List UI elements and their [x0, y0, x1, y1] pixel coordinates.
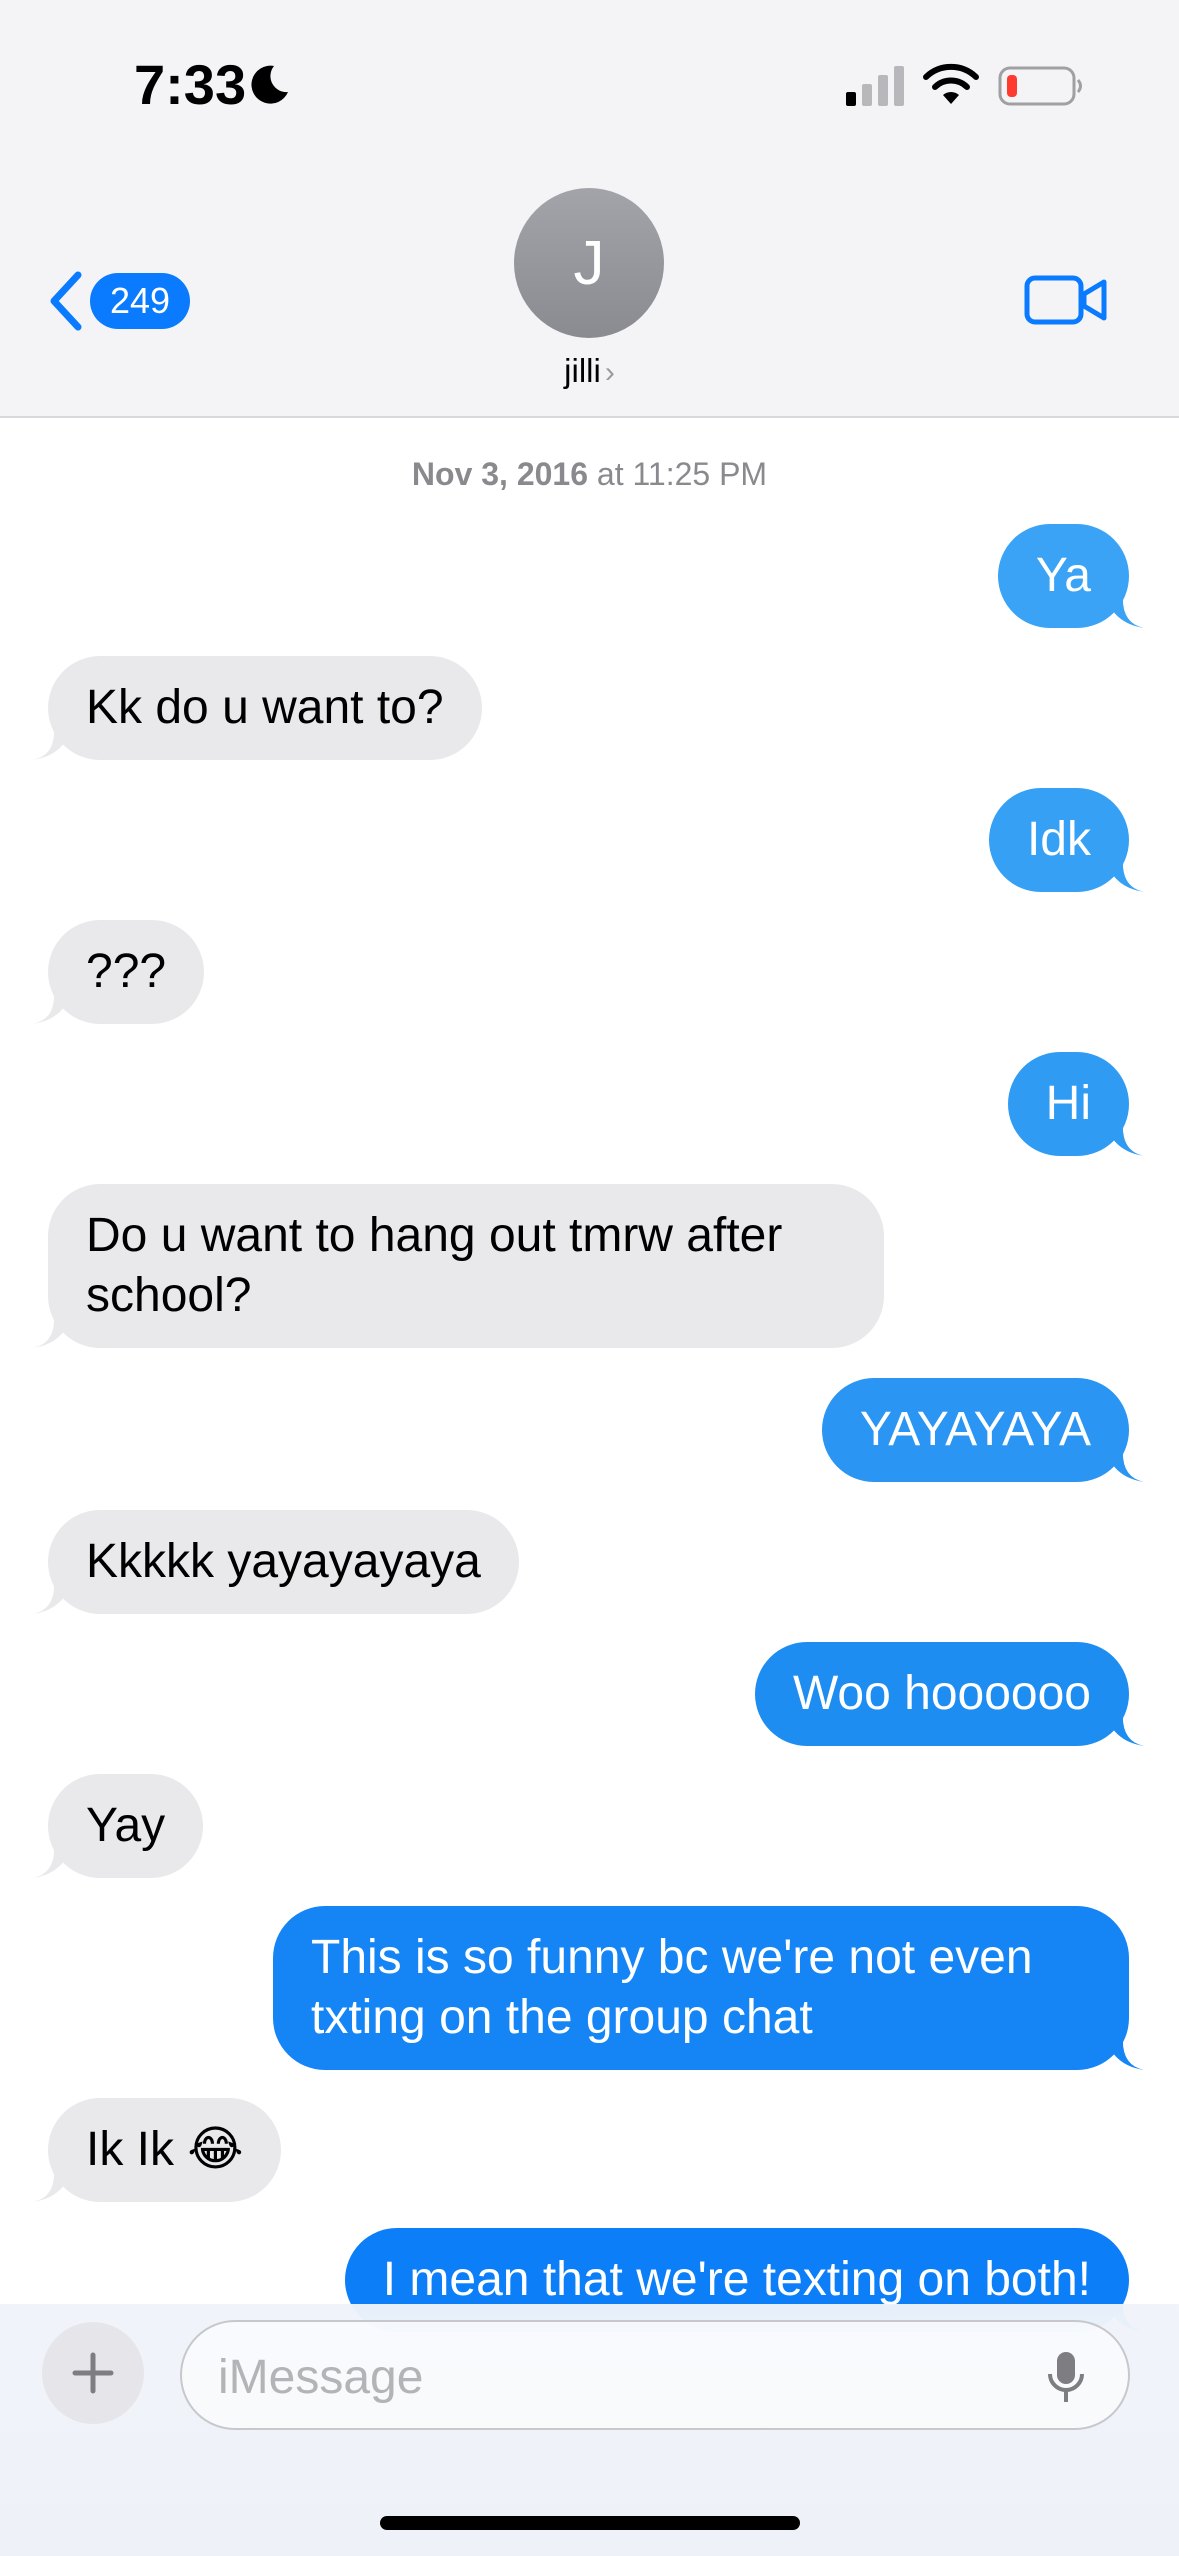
received-message[interactable]: ???	[32, 920, 205, 1024]
chevron-right-icon: ›	[604, 356, 615, 389]
message-text: YAYAYAYA	[859, 1403, 1091, 1456]
bubble-tail	[32, 1844, 72, 1878]
wifi-icon	[923, 63, 979, 104]
bubble-tail	[32, 726, 72, 760]
unread-count-badge: 249	[90, 273, 190, 329]
bubble-tail	[32, 1314, 72, 1348]
contact-name-button[interactable]: jilli ›	[0, 352, 1179, 390]
message-text: This is so funny bc we're not even txtin…	[311, 1931, 1033, 2044]
received-message[interactable]: Kk do u want to?	[32, 656, 482, 760]
contact-name: jilli	[564, 352, 601, 389]
home-indicator	[380, 2516, 800, 2530]
message-text: Kkkkk yayayayaya	[86, 1535, 481, 1588]
sent-message[interactable]: Hi	[1007, 1052, 1145, 1156]
sent-message[interactable]: Woo hoooooo	[754, 1642, 1145, 1746]
message-text: I mean that we're texting on both!	[382, 2253, 1091, 2306]
received-message[interactable]: Kkkkk yayayayaya	[32, 1510, 519, 1614]
bubble-tail	[1105, 1448, 1145, 1482]
message-text: Ik Ik 😂	[86, 2123, 244, 2176]
message-text: Do u want to hang out tmrw after school?	[86, 1209, 783, 1322]
chevron-left-icon	[50, 271, 82, 331]
imessage-input[interactable]	[218, 2342, 998, 2412]
message-input-field[interactable]	[180, 2320, 1130, 2430]
timestamp-date: Nov 3, 2016	[411, 456, 589, 492]
bubble-tail	[1105, 2036, 1145, 2070]
received-message[interactable]: Yay	[32, 1774, 204, 1878]
plus-icon	[72, 2352, 114, 2394]
bubble-tail	[1105, 858, 1145, 892]
received-message[interactable]: Ik Ik 😂	[32, 2098, 282, 2202]
contact-avatar[interactable]: J	[514, 188, 664, 338]
bubble-tail	[1105, 594, 1145, 628]
bubble-tail	[32, 1580, 72, 1614]
message-text: ???	[86, 945, 167, 998]
moon-icon	[251, 65, 288, 104]
conversation-timestamp: Nov 3, 2016 at 11:25 PM	[0, 456, 1179, 493]
sent-message[interactable]: This is so funny bc we're not even txtin…	[273, 1906, 1145, 2070]
bubble-tail	[1105, 1122, 1145, 1156]
bubble-tail	[32, 990, 72, 1024]
sent-message[interactable]: Idk	[988, 788, 1145, 892]
message-text: Idk	[1026, 813, 1091, 866]
bubble-tail	[32, 2168, 72, 2202]
bubble-tail	[1105, 1712, 1145, 1746]
cellular-signal-icon	[846, 66, 904, 106]
microphone-icon[interactable]	[1046, 2350, 1086, 2406]
video-camera-icon[interactable]	[1024, 270, 1108, 330]
battery-low-icon	[998, 66, 1082, 106]
message-text: Yay	[86, 1799, 166, 1852]
back-button[interactable]: 249	[44, 266, 190, 336]
sent-message[interactable]: Ya	[997, 524, 1145, 628]
plus-button[interactable]	[42, 2322, 144, 2424]
status-time: 7:33	[134, 53, 247, 116]
message-text: Hi	[1045, 1077, 1091, 1130]
message-text: Ya	[1035, 549, 1091, 602]
message-text: Kk do u want to?	[86, 681, 444, 734]
message-text: Woo hoooooo	[792, 1667, 1091, 1720]
timestamp-time: at 11:25 PM	[588, 456, 768, 492]
received-message[interactable]: Do u want to hang out tmrw after school?	[32, 1184, 884, 1348]
sent-message[interactable]: YAYAYAYA	[821, 1378, 1145, 1482]
